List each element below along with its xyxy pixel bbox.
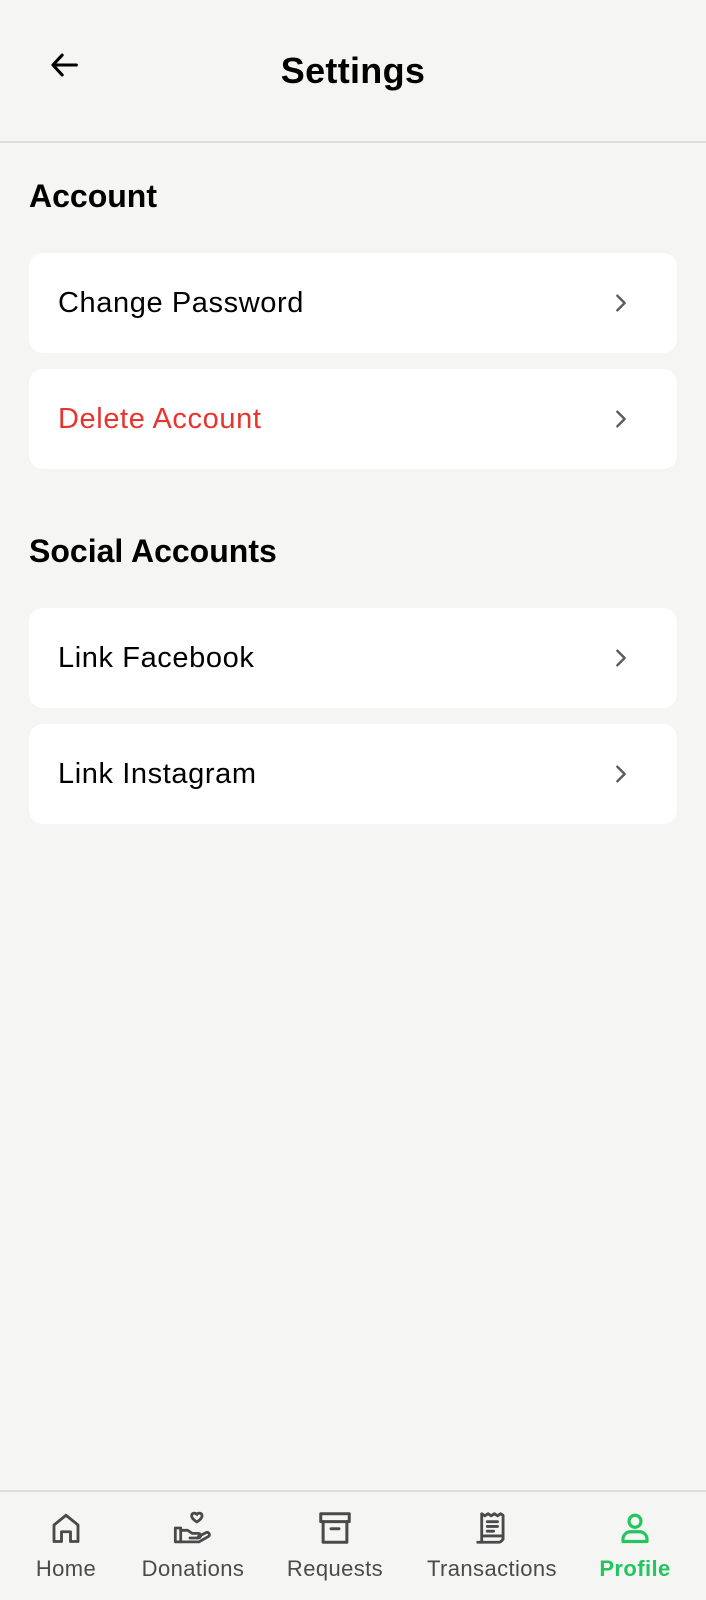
tab-home[interactable]: Home [27,1508,105,1582]
receipt-icon [472,1508,512,1548]
link-instagram-row[interactable]: Link Instagram [29,724,677,824]
link-facebook-row[interactable]: Link Facebook [29,608,677,708]
change-password-row[interactable]: Change Password [29,253,677,353]
tab-label: Profile [599,1556,671,1581]
chevron-right-icon [608,290,634,316]
bottom-tab-bar: Home Donations Requests Transactions Pro… [0,1490,706,1600]
tab-requests[interactable]: Requests [286,1508,384,1582]
row-label: Link Instagram [58,757,257,790]
tab-transactions[interactable]: Transactions [424,1508,560,1582]
section-title-social-accounts: Social Accounts [29,533,277,569]
chevron-right-icon [608,761,634,787]
tab-label: Transactions [427,1556,557,1581]
tab-profile[interactable]: Profile [597,1508,673,1582]
chevron-right-icon [608,645,634,671]
section-title-account: Account [29,178,157,214]
delete-account-row[interactable]: Delete Account [29,369,677,469]
user-icon [615,1508,655,1548]
chevron-right-icon [608,406,634,432]
row-label: Link Facebook [58,641,255,674]
tab-label: Donations [141,1556,245,1581]
tab-label: Home [35,1556,97,1581]
archive-box-icon [315,1508,355,1548]
tab-donations[interactable]: Donations [138,1508,248,1582]
home-icon [46,1508,86,1548]
row-label: Delete Account [58,402,262,435]
app-header: Settings [0,0,706,143]
row-label: Change Password [58,286,304,319]
hand-heart-icon [173,1508,213,1548]
tab-label: Requests [286,1556,384,1581]
page-title: Settings [280,50,426,91]
